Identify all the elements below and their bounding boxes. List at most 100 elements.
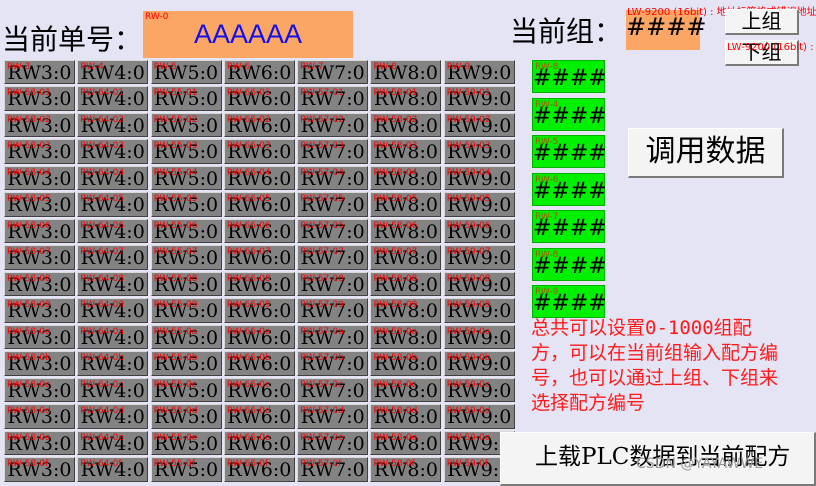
recipe-cell[interactable]: RW3:0 RW-58-0a bbox=[4, 324, 75, 350]
recipe-cell[interactable]: RW5:0 RW-55-05 bbox=[150, 192, 222, 217]
recipe-cell[interactable]: RW4:0 RW-64-03 bbox=[77, 139, 149, 164]
recipe-cell[interactable]: RW4:0 RW-64-0f bbox=[77, 457, 149, 482]
recipe-cell[interactable]: RW7:0 RW-57-0c bbox=[297, 377, 369, 403]
recipe-cell[interactable]: RW3:0 RW-58-09 bbox=[4, 298, 75, 323]
recipe-cell[interactable]: RW3:0 RW-58-04 bbox=[4, 165, 75, 191]
recipe-cell[interactable]: RW8:0 RW-58-0d bbox=[370, 404, 442, 429]
group-value-field[interactable]: #### RW-8 bbox=[532, 60, 607, 93]
recipe-cell[interactable]: RW5:0 RW-5 bbox=[150, 60, 222, 85]
recipe-cell[interactable]: RW5:0 RW-55-04 bbox=[150, 165, 222, 191]
recipe-cell[interactable]: RW9:0 RW-59-05 bbox=[443, 192, 515, 217]
recipe-cell[interactable]: RW4:0 RW-4 bbox=[77, 60, 149, 85]
recipe-cell[interactable]: RW7:0 RW-57-0b bbox=[297, 351, 369, 376]
recipe-cell[interactable]: RW8:0 RW-58-0b bbox=[370, 351, 442, 376]
group-value-field[interactable]: #### RW-8 bbox=[532, 247, 607, 281]
recipe-cell[interactable]: RW3:0 RW-58-06 bbox=[4, 218, 75, 244]
recipe-cell[interactable]: RW5:0 RW-55-0c bbox=[150, 377, 222, 403]
recipe-cell[interactable]: RW8:0 RW-58-0a bbox=[370, 324, 442, 350]
recipe-cell[interactable]: RW8:0 RW-58-0f bbox=[370, 457, 442, 482]
recipe-cell[interactable]: RW4:0 RW-64-01 bbox=[77, 86, 149, 111]
recipe-cell[interactable]: RW3:0 RW-58-03 bbox=[4, 139, 75, 164]
recipe-cell[interactable]: RW3:0 RW-58-05 bbox=[4, 192, 75, 217]
recipe-cell[interactable]: RW4:0 RW-64-0a bbox=[77, 324, 149, 350]
group-value-field[interactable]: #### RW-6 bbox=[532, 172, 607, 206]
recipe-cell[interactable]: RW5:0 RW-55-0a bbox=[150, 324, 222, 350]
recipe-cell[interactable]: RW4:0 RW-64-08 bbox=[77, 271, 149, 297]
recipe-cell[interactable]: RW6:0 RW-66-0f bbox=[223, 457, 295, 482]
recipe-cell[interactable]: RW9:0 RW-59-02 bbox=[443, 112, 515, 138]
recipe-cell[interactable]: RW5:0 RW-55-09 bbox=[150, 298, 222, 323]
recipe-cell[interactable]: RW6:0 RW-66-0b bbox=[223, 351, 295, 376]
recipe-cell[interactable]: RW9:0 RW-59-04 bbox=[443, 165, 515, 191]
recipe-cell[interactable]: RW9:0 RW-9 bbox=[443, 60, 515, 85]
recipe-cell[interactable]: RW4:0 RW-64-02 bbox=[77, 112, 149, 138]
group-value-field[interactable]: #### RW-5 bbox=[532, 135, 607, 168]
group-value-field[interactable]: #### RW-4 bbox=[532, 97, 607, 131]
recipe-cell[interactable]: RW7:0 RW-57-08 bbox=[297, 271, 369, 297]
recipe-cell[interactable]: RW7:0 RW-57-05 bbox=[297, 192, 369, 217]
recipe-cell[interactable]: RW4:0 RW-64-0b bbox=[77, 351, 149, 376]
recipe-cell[interactable]: RW4:0 RW-64-0c bbox=[77, 377, 149, 403]
recipe-cell[interactable]: RW3:0 RW-58-02 bbox=[4, 112, 75, 138]
recipe-cell[interactable]: RW9:0 RW-59-06 bbox=[443, 218, 515, 244]
recipe-cell[interactable]: RW5:0 RW-55-08 bbox=[150, 271, 222, 297]
group-value-field[interactable]: #### RW-7 bbox=[532, 210, 607, 243]
recipe-cell[interactable]: RW6:0 RW-66-0a bbox=[223, 324, 295, 350]
recipe-cell[interactable]: RW4:0 RW-64-09 bbox=[77, 298, 149, 323]
recipe-cell[interactable]: RW6:0 RW-6 bbox=[223, 60, 295, 85]
recipe-cell[interactable]: RW5:0 RW-55-07 bbox=[150, 245, 222, 270]
recipe-cell[interactable]: RW8:0 RW-58-07 bbox=[370, 245, 442, 270]
recipe-cell[interactable]: RW8:0 RW-8 bbox=[370, 60, 442, 85]
recipe-cell[interactable]: RW3:0 RW-3 bbox=[4, 60, 75, 85]
recipe-cell[interactable]: RW6:0 RW-66-06 bbox=[223, 218, 295, 244]
recipe-cell[interactable]: RW4:0 RW-64-0d bbox=[77, 404, 149, 429]
recipe-cell[interactable]: RW9:0 RW-59-0b bbox=[443, 351, 515, 376]
recipe-cell[interactable]: RW5:0 RW-55-0d bbox=[150, 404, 222, 429]
recipe-cell[interactable]: RW6:0 RW-66-05 bbox=[223, 192, 295, 217]
recipe-cell[interactable]: RW8:0 RW-58-05 bbox=[370, 192, 442, 217]
recipe-cell[interactable]: RW7:0 RW-57-0a bbox=[297, 324, 369, 350]
recipe-cell[interactable]: RW7:0 RW-57-01 bbox=[297, 86, 369, 111]
recipe-cell[interactable]: RW8:0 RW-58-03 bbox=[370, 139, 442, 164]
recipe-cell[interactable]: RW3:0 RW-58-01 bbox=[4, 86, 75, 111]
recipe-cell[interactable]: RW6:0 RW-66-0d bbox=[223, 404, 295, 429]
recipe-cell[interactable]: RW9:0 RW-59-09 bbox=[443, 298, 515, 323]
recipe-cell[interactable]: RW9:0 RW-59-08 bbox=[443, 271, 515, 297]
recipe-cell[interactable]: RW5:0 RW-55-0b bbox=[150, 351, 222, 376]
recipe-cell[interactable]: RW8:0 RW-58-04 bbox=[370, 165, 442, 191]
recipe-cell[interactable]: RW5:0 RW-55-0f bbox=[150, 457, 222, 482]
recipe-cell[interactable]: RW6:0 RW-66-07 bbox=[223, 245, 295, 270]
recipe-cell[interactable]: RW7:0 RW-57-03 bbox=[297, 139, 369, 164]
recipe-cell[interactable]: RW9:0 RW-59-01 bbox=[443, 86, 515, 111]
recipe-cell[interactable]: RW7:0 RW-7 bbox=[297, 60, 369, 85]
current-number-field[interactable]: RW-0 AAAAAA bbox=[143, 11, 353, 58]
recipe-cell[interactable]: RW7:0 RW-57-0f bbox=[297, 457, 369, 482]
recipe-cell[interactable]: RW9:0 RW-59-03 bbox=[443, 139, 515, 164]
recipe-cell[interactable]: RW6:0 RW-66-08 bbox=[223, 271, 295, 297]
recipe-cell[interactable]: RW6:0 RW-66-09 bbox=[223, 298, 295, 323]
recipe-cell[interactable]: RW8:0 RW-58-0c bbox=[370, 377, 442, 403]
recipe-cell[interactable]: RW7:0 RW-57-0d bbox=[297, 404, 369, 429]
recipe-cell[interactable]: RW7:0 RW-57-09 bbox=[297, 298, 369, 323]
recipe-cell[interactable]: RW8:0 RW-58-06 bbox=[370, 218, 442, 244]
recipe-cell[interactable]: RW7:0 RW-57-06 bbox=[297, 218, 369, 244]
recipe-cell[interactable]: RW8:0 RW-58-0e bbox=[370, 430, 442, 456]
recipe-cell[interactable]: RW3:0 RW-58-07 bbox=[4, 245, 75, 270]
group-value-field[interactable]: #### RW-9 bbox=[532, 285, 607, 318]
recipe-cell[interactable]: RW4:0 RW-64-07 bbox=[77, 245, 149, 270]
load-data-button[interactable]: 调用数据 bbox=[628, 128, 784, 178]
recipe-cell[interactable]: RW8:0 RW-58-02 bbox=[370, 112, 442, 138]
recipe-cell[interactable]: RW5:0 RW-55-03 bbox=[150, 139, 222, 164]
recipe-cell[interactable]: RW3:0 RW-58-0e bbox=[4, 430, 75, 456]
recipe-cell[interactable]: RW9:0 RW-59-07 bbox=[443, 245, 515, 270]
recipe-cell[interactable]: RW6:0 RW-66-03 bbox=[223, 139, 295, 164]
recipe-cell[interactable]: RW5:0 RW-55-02 bbox=[150, 112, 222, 138]
recipe-cell[interactable]: RW3:0 RW-58-0b bbox=[4, 351, 75, 376]
recipe-cell[interactable]: RW7:0 RW-57-04 bbox=[297, 165, 369, 191]
recipe-cell[interactable]: RW5:0 RW-55-0e bbox=[150, 430, 222, 456]
recipe-cell[interactable]: RW5:0 RW-55-01 bbox=[150, 86, 222, 111]
recipe-cell[interactable]: RW6:0 RW-66-02 bbox=[223, 112, 295, 138]
recipe-cell[interactable]: RW7:0 RW-57-02 bbox=[297, 112, 369, 138]
recipe-cell[interactable]: RW6:0 RW-66-04 bbox=[223, 165, 295, 191]
recipe-cell[interactable]: RW7:0 RW-57-07 bbox=[297, 245, 369, 270]
